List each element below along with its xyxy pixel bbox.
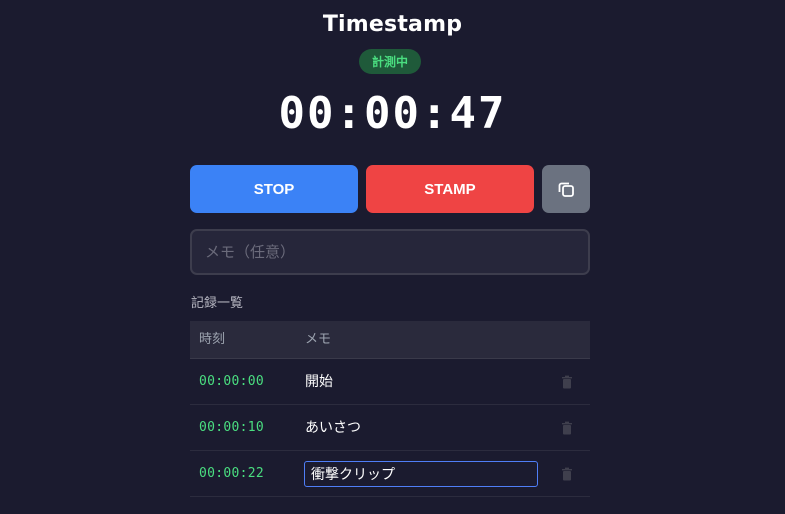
app-title: Timestamp — [322, 12, 463, 37]
trash-icon[interactable] — [560, 467, 574, 481]
row-time: 00:00:22 — [199, 466, 265, 481]
row-time: 00:00:10 — [199, 420, 265, 435]
trash-icon[interactable] — [560, 375, 574, 389]
table-row: 00:00:10 あいさつ — [190, 405, 590, 451]
stamp-button[interactable]: STAMP — [366, 165, 534, 213]
row-memo[interactable]: 開始 — [305, 359, 333, 405]
row-memo[interactable]: あいさつ — [305, 405, 361, 451]
column-header-time: 時刻 — [199, 332, 226, 347]
memo-input[interactable] — [190, 229, 590, 275]
row-time: 00:00:00 — [199, 374, 265, 389]
stop-button[interactable]: STOP — [190, 165, 358, 213]
timestamp-app: Timestamp 計測中 00:00:47 STOP STAMP 記録一覧 時… — [0, 0, 785, 514]
trash-icon[interactable] — [560, 421, 574, 435]
status-badge: 計測中 — [359, 49, 421, 74]
row-memo-edit-input[interactable] — [304, 461, 538, 487]
timer-text: 00:00:47 — [278, 88, 507, 139]
copy-button[interactable] — [542, 165, 590, 213]
records-table-header: 時刻 メモ — [190, 321, 590, 359]
timer-display: 00:00:47 — [0, 88, 785, 139]
records-heading: 記録一覧 — [191, 296, 244, 311]
table-row: 00:00:00 開始 — [190, 359, 590, 405]
copy-icon — [558, 182, 574, 197]
table-row: 00:00:22 — [190, 451, 590, 497]
column-header-memo: メモ — [305, 332, 332, 347]
